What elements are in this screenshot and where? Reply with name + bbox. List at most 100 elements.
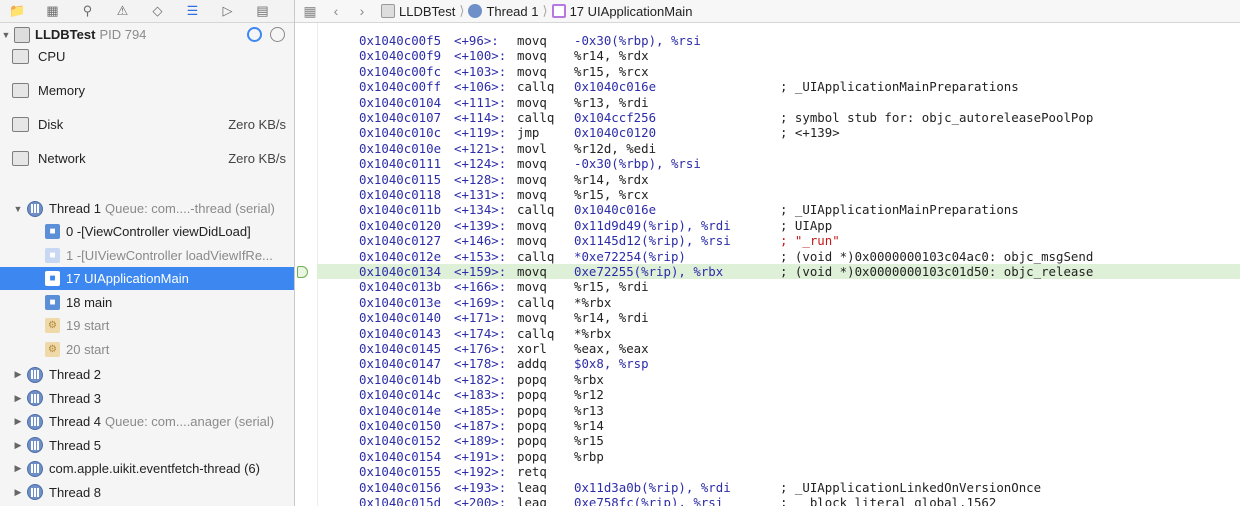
project-icon [381, 4, 395, 18]
disassembly-line[interactable]: 0x1040c0111 <+124>: movq -0x30(%rbp), %rsi [317, 156, 1240, 171]
stack-frame-row[interactable]: ■ 0 -[ViewController viewDidLoad] [0, 220, 294, 243]
instruction-address: 0x1040c0118 [359, 187, 442, 202]
disassembly-line[interactable]: 0x1040c014b <+182>: popq %rbx [317, 372, 1240, 387]
stack-frame-row[interactable]: ■ 17 UIApplicationMain [0, 267, 294, 290]
instruction-mnemonic: movq [517, 264, 547, 279]
related-items-icon[interactable]: ▦ [297, 3, 323, 20]
disassembly-line[interactable]: 0x1040c013b <+166>: movq %r15, %rdi [317, 279, 1240, 294]
disassembly-line[interactable]: 0x1040c0134 <+159>: movq 0xe72255(%rip), %r… [317, 264, 1240, 280]
instruction-mnemonic: movq [517, 63, 547, 79]
instruction-offset: <+124>: [454, 156, 507, 172]
disassembly-line[interactable]: 0x1040c015d <+200>: leaq 0xe758fc(%rip), %r… [317, 495, 1240, 506]
thread-1-row[interactable]: ▼ Thread 1 Queue: com....-thread (serial… [0, 197, 294, 220]
disassembly-line[interactable]: 0x1040c0145 <+176>: xorl %eax, %eax [317, 341, 1240, 356]
instruction-address: 0x1040c0120 [359, 217, 442, 233]
disassembly-line[interactable]: 0x1040c0155 <+192>: retq [317, 464, 1240, 479]
gauge-row-3[interactable]: Network Zero KB/s [0, 142, 294, 174]
disassembly-line[interactable]: 0x1040c0140 <+171>: movq %r14, %rdi [317, 310, 1240, 325]
disclosure-closed-icon[interactable]: ▶ [12, 416, 24, 427]
stack-frame-row[interactable]: ■ 18 main [0, 291, 294, 314]
stack-frame-row[interactable]: ■ 1 -[UIViewController loadViewIfRe... [0, 244, 294, 267]
thread-row[interactable]: ▶ Thread 2 [0, 363, 294, 386]
disassembly-line[interactable]: 0x1040c0156 <+193>: leaq 0x11d3a0b(%rip), %… [317, 480, 1240, 495]
instruction-address: 0x1040c00fc [359, 63, 442, 79]
disassembly-line[interactable]: 0x1040c00ff <+106>: callq 0x1040c016e ; _UIA… [317, 79, 1240, 94]
disassembly-line[interactable]: 0x1040c0120 <+139>: movq 0x11d9d49(%rip), %… [317, 218, 1240, 233]
instruction-address: 0x1040c0134 [359, 264, 442, 279]
crumb-frame[interactable]: 17 UIApplicationMain [551, 4, 692, 19]
message-icon[interactable]: ▤ [245, 0, 280, 22]
stack-frame-row[interactable]: ⚙ 19 start [0, 314, 294, 337]
disclosure-closed-icon[interactable]: ▶ [12, 463, 24, 474]
thread-row[interactable]: ▶ Thread 4 Queue: com....anager (serial) [0, 410, 294, 433]
disassembly-line[interactable]: 0x1040c0118 <+131>: movq %r15, %rcx [317, 187, 1240, 202]
user-frame-icon: ■ [45, 247, 60, 263]
instruction-address: 0x1040c010c [359, 125, 442, 141]
disassembly-line[interactable]: 0x1040c00f5 <+96>: movq -0x30(%rbp), %rsi [317, 33, 1240, 48]
disassembly-line[interactable]: 0x1040c0107 <+114>: callq 0x104ccf256 ; symb… [317, 110, 1240, 125]
folder-icon[interactable]: 📁 [0, 0, 35, 22]
instruction-address: 0x1040c013b [359, 279, 442, 295]
instruction-operands: %r14, %rdx [574, 171, 649, 187]
instruction-address: 0x1040c0147 [359, 356, 442, 372]
disassembly-line[interactable]: 0x1040c0152 <+189>: popq %r15 [317, 433, 1240, 448]
disassembly-line[interactable]: 0x1040c0127 <+146>: movq 0x1145d12(%rip), %… [317, 233, 1240, 248]
disclosure-closed-icon[interactable]: ▶ [12, 487, 24, 498]
disassembly-line[interactable]: 0x1040c00fc <+103>: movq %r15, %rcx [317, 64, 1240, 79]
instruction-offset: <+159>: [454, 264, 507, 279]
disassembly-line[interactable]: 0x1040c0154 <+191>: popq %rbp [317, 449, 1240, 464]
disassembly-line[interactable]: 0x1040c0150 <+187>: popq %r14 [317, 418, 1240, 433]
line-gutter[interactable] [295, 23, 318, 506]
disassembly-line[interactable]: 0x1040c014e <+185>: popq %r13 [317, 403, 1240, 418]
tag-icon[interactable]: ▷ [210, 0, 245, 22]
thread-row[interactable]: ▶ Thread 3 [0, 387, 294, 410]
disclosure-closed-icon[interactable]: ▶ [12, 440, 24, 451]
instruction-address: 0x1040c014b [359, 371, 442, 387]
instruction-offset: <+192>: [454, 464, 507, 480]
instruction-mnemonic: movq [517, 187, 547, 202]
disassembly-line[interactable]: 0x1040c00f9 <+100>: movq %r14, %rdx [317, 48, 1240, 63]
instruction-address: 0x1040c0115 [359, 171, 442, 187]
crumb-thread[interactable]: Thread 1 [468, 4, 539, 19]
disclosure-open-icon[interactable]: ▼ [0, 30, 12, 40]
hierarchy-icon[interactable]: ▦ [35, 0, 70, 22]
disassembly-line[interactable]: 0x1040c011b <+134>: callq 0x1040c016e ; _UIA… [317, 202, 1240, 217]
disclosure-closed-icon[interactable]: ▶ [12, 369, 24, 380]
thread-row[interactable]: ▶ com.apple.uikit.eventfetch-thread (6) [0, 457, 294, 480]
thread-row[interactable]: ▶ Thread 8 [0, 481, 294, 504]
instruction-comment: ; _UIApplicationLinkedOnVersionOnce [780, 479, 1042, 495]
disassembly-line[interactable]: 0x1040c010e <+121>: movl %r12d, %edi [317, 141, 1240, 156]
disclosure-closed-icon[interactable]: ▶ [12, 393, 24, 404]
gear-frame-icon: ⚙ [45, 341, 60, 357]
disassembly-line[interactable]: 0x1040c0104 <+111>: movq %r13, %rdi [317, 95, 1240, 110]
instruction-operands: %r14 [574, 418, 604, 433]
disassembly-line[interactable]: 0x1040c014c <+183>: popq %r12 [317, 387, 1240, 402]
gauge-icon [12, 150, 29, 166]
forward-icon[interactable]: › [349, 3, 375, 19]
disclosure-open-icon[interactable]: ▼ [12, 204, 24, 214]
instruction-mnemonic: movq [517, 233, 547, 249]
gauge-row-1[interactable]: Memory [0, 74, 294, 106]
gauge-rate: Zero KB/s [228, 116, 286, 132]
disassembly-editor[interactable]: 0x1040c00f5 <+96>: movq -0x30(%rbp), %rsi 0x… [295, 23, 1240, 506]
warning-icon[interactable]: ⚠ [105, 0, 140, 22]
disassembly-line[interactable]: 0x1040c0143 <+174>: callq *%rbx [317, 326, 1240, 341]
stack-frame-row[interactable]: ⚙ 20 start [0, 338, 294, 361]
thread-row[interactable]: ▶ Thread 5 [0, 434, 294, 457]
disassembly-line[interactable]: 0x1040c0115 <+128>: movq %r14, %rdx [317, 172, 1240, 187]
disassembly-line[interactable]: 0x1040c013e <+169>: callq *%rbx [317, 295, 1240, 310]
thread-label: Thread 1 [49, 201, 102, 216]
gauge-row-0[interactable]: CPU [0, 40, 294, 72]
diamond-icon[interactable]: ◇ [140, 0, 175, 22]
program-counter-icon[interactable] [297, 265, 308, 278]
back-icon[interactable]: ‹ [323, 3, 349, 19]
disassembly-line[interactable]: 0x1040c010c <+119>: jmp 0x1040c0120 ; <+139> [317, 125, 1240, 140]
gauge-row-2[interactable]: Disk Zero KB/s [0, 108, 294, 140]
thread-queue: Queue: com....anager (serial) [105, 414, 275, 429]
crumb-project[interactable]: LLDBTest [381, 4, 455, 19]
instruction-offset: <+166>: [454, 279, 507, 295]
disassembly-line[interactable]: 0x1040c012e <+153>: callq *0xe72254(%rip) ; … [317, 249, 1240, 264]
debug-navigator-icon[interactable]: ☰ [175, 0, 210, 22]
search-icon[interactable]: ⚲ [70, 0, 105, 22]
disassembly-line[interactable]: 0x1040c0147 <+178>: addq $0x8, %rsp [317, 356, 1240, 371]
